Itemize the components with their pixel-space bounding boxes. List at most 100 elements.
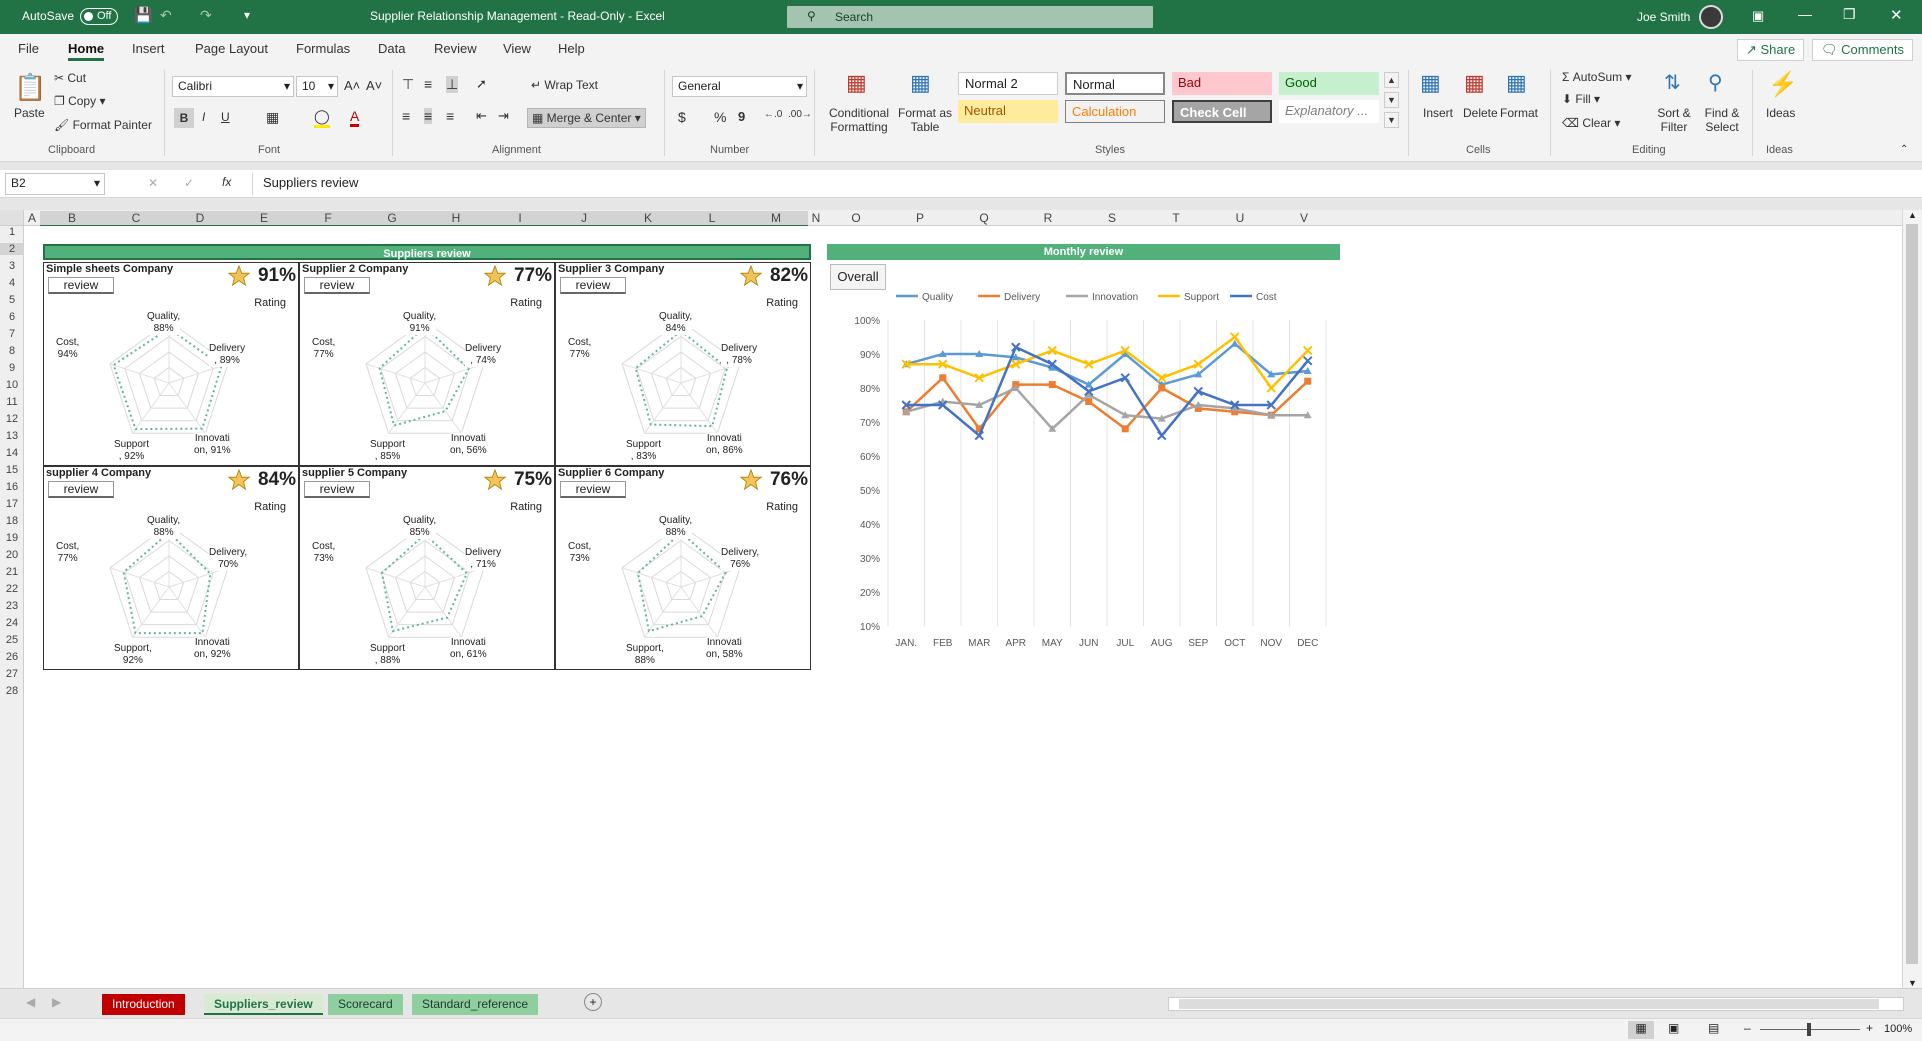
style-normal[interactable]: Normal: [1065, 72, 1165, 95]
orientation-icon[interactable]: ➚: [476, 76, 487, 92]
conditional-formatting-button[interactable]: Conditional Formatting: [826, 106, 892, 134]
sheet-tab[interactable]: Scorecard: [328, 994, 403, 1015]
styles-scroll-up-icon[interactable]: ▲: [1384, 72, 1399, 88]
style-bad[interactable]: Bad: [1172, 72, 1272, 95]
row-header[interactable]: 23: [0, 600, 24, 612]
column-header[interactable]: S: [1080, 211, 1144, 225]
cancel-icon[interactable]: ✕: [148, 176, 158, 190]
row-header[interactable]: 9: [0, 362, 24, 374]
style-calculation[interactable]: Calculation: [1065, 100, 1165, 123]
row-header[interactable]: 18: [0, 515, 24, 527]
undo-icon[interactable]: ↶: [160, 7, 172, 24]
ideas-button[interactable]: Ideas: [1766, 106, 1795, 120]
zoom-level[interactable]: 100%: [1884, 1023, 1912, 1035]
row-header[interactable]: 1: [0, 226, 24, 238]
comments-button[interactable]: 🗨 Comments: [1812, 39, 1913, 61]
row-header[interactable]: 16: [0, 481, 24, 493]
page-layout-view-icon[interactable]: ▣: [1668, 1021, 1679, 1035]
paste-button[interactable]: Paste: [14, 106, 45, 120]
insert-cells-button[interactable]: Insert: [1423, 106, 1453, 120]
align-top-icon[interactable]: ⊤: [402, 76, 414, 93]
column-header[interactable]: J: [552, 211, 616, 227]
column-header[interactable]: G: [360, 211, 424, 227]
row-header[interactable]: 24: [0, 617, 24, 629]
column-header[interactable]: F: [296, 211, 360, 227]
increase-decimal-icon[interactable]: ←.0: [764, 109, 782, 120]
menu-insert[interactable]: Insert: [132, 41, 165, 56]
format-painter-button[interactable]: 🖌 Format Painter: [54, 118, 152, 132]
row-header[interactable]: 14: [0, 447, 24, 459]
font-color-icon[interactable]: A: [350, 108, 360, 127]
row-header[interactable]: 26: [0, 651, 24, 663]
row-header[interactable]: 28: [0, 685, 24, 697]
horizontal-scroll-thumb[interactable]: [1179, 999, 1879, 1009]
merge-center-button[interactable]: ▦ Merge & Center ▾: [527, 108, 646, 128]
collapse-ribbon-icon[interactable]: ⌃: [1900, 144, 1908, 155]
delete-cells-icon[interactable]: ▦: [1464, 70, 1485, 96]
row-header[interactable]: 8: [0, 345, 24, 357]
row-header[interactable]: 11: [0, 396, 24, 408]
name-box[interactable]: B2 ▾: [5, 173, 105, 195]
row-header[interactable]: 7: [0, 328, 24, 340]
review-button[interactable]: review: [560, 481, 626, 498]
align-center-icon[interactable]: ≡: [424, 108, 433, 124]
row-header[interactable]: 20: [0, 549, 24, 561]
column-header[interactable]: B: [40, 211, 104, 227]
row-header[interactable]: 13: [0, 430, 24, 442]
paste-icon[interactable]: 📋: [14, 72, 46, 103]
copy-button[interactable]: ❐ Copy ▾: [54, 94, 105, 108]
menu-home[interactable]: Home: [68, 41, 105, 61]
cut-button[interactable]: ✂ Cut: [54, 71, 86, 85]
column-header[interactable]: A: [24, 211, 40, 225]
minimize-icon[interactable]: —: [1798, 6, 1812, 22]
decrease-indent-icon[interactable]: ⇤: [476, 108, 487, 124]
review-button[interactable]: review: [48, 277, 114, 294]
format-cells-icon[interactable]: ▦: [1506, 70, 1527, 96]
sort-filter-icon[interactable]: ⇅: [1664, 70, 1681, 95]
column-header[interactable]: V: [1272, 211, 1336, 225]
style-normal-2[interactable]: Normal 2: [958, 72, 1058, 95]
add-sheet-icon[interactable]: +: [584, 993, 602, 1011]
horizontal-scrollbar[interactable]: [1168, 997, 1904, 1011]
increase-font-icon[interactable]: A˄: [344, 78, 360, 93]
close-icon[interactable]: ✕: [1890, 6, 1903, 24]
column-header[interactable]: T: [1144, 211, 1208, 225]
column-header[interactable]: N: [808, 211, 824, 225]
row-header[interactable]: 5: [0, 294, 24, 306]
sheet-tab[interactable]: Standard_reference: [412, 994, 539, 1015]
format-as-table-button[interactable]: Format as Table: [896, 106, 954, 134]
column-header[interactable]: H: [424, 211, 488, 227]
insert-function-icon[interactable]: fx: [222, 175, 231, 189]
currency-button[interactable]: $: [678, 109, 686, 125]
format-cells-button[interactable]: Format: [1500, 106, 1538, 120]
align-middle-icon[interactable]: ≡: [424, 76, 432, 92]
prev-sheet-icon[interactable]: ◀: [26, 995, 35, 1009]
autosave-toggle[interactable]: Off: [80, 8, 118, 25]
column-header[interactable]: L: [680, 211, 744, 227]
column-header[interactable]: Q: [952, 211, 1016, 225]
redo-icon[interactable]: ↷: [200, 7, 212, 24]
search-box[interactable]: ⚲ Search: [787, 6, 1153, 28]
insert-cells-icon[interactable]: ▦: [1420, 70, 1441, 96]
italic-button[interactable]: I: [202, 110, 205, 124]
ideas-icon[interactable]: ⚡: [1768, 70, 1798, 99]
avatar[interactable]: [1699, 5, 1723, 29]
style-good[interactable]: Good: [1279, 72, 1379, 95]
column-header[interactable]: D: [168, 211, 232, 227]
sheet-tab[interactable]: Introduction: [102, 994, 185, 1015]
row-header[interactable]: 3: [0, 260, 24, 272]
conditional-formatting-icon[interactable]: ▦: [846, 70, 867, 96]
share-button[interactable]: ↗ Share: [1737, 39, 1805, 61]
row-header[interactable]: 25: [0, 634, 24, 646]
row-header[interactable]: 17: [0, 498, 24, 510]
next-sheet-icon[interactable]: ▶: [52, 995, 61, 1009]
styles-more-icon[interactable]: ▼: [1384, 112, 1399, 128]
sheet-tab[interactable]: Suppliers_review: [204, 994, 323, 1015]
scroll-up-icon[interactable]: ▲: [1908, 210, 1917, 220]
column-header[interactable]: U: [1208, 211, 1272, 225]
row-header[interactable]: 21: [0, 566, 24, 578]
comma-button[interactable]: 9: [738, 109, 745, 124]
scroll-down-icon[interactable]: ▼: [1908, 978, 1917, 988]
find-select-icon[interactable]: ⚲: [1708, 70, 1723, 95]
restore-icon[interactable]: ❐: [1843, 6, 1856, 23]
